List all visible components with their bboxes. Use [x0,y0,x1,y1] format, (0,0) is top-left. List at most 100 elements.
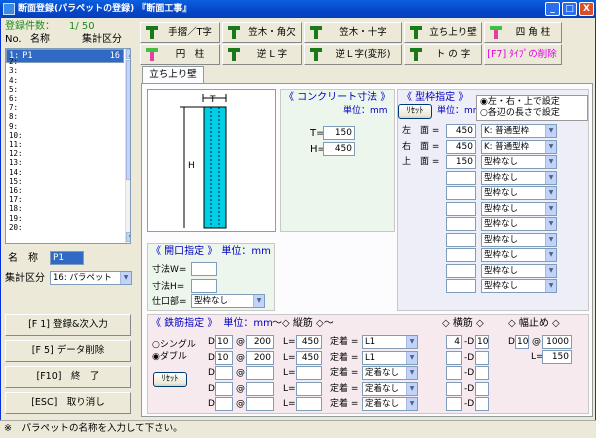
rebar-pitch-input[interactable] [246,397,274,411]
formwork-type-select[interactable]: K: 普通型枠 ▼ [481,124,557,138]
list-item[interactable]: 6: [6,94,124,103]
list-item[interactable]: 3: [6,67,124,75]
radio-single[interactable]: ○シングル [152,340,196,351]
formwork-type-select[interactable]: 型枠なし ▼ [481,263,557,278]
cancel-button[interactable]: [ESC] 取り消し [5,392,131,414]
end-button[interactable]: [F10] 終 了 [5,366,131,388]
horizontal-d-input[interactable] [475,366,489,380]
tab-wall[interactable]: 立ち上り壁 [142,66,204,84]
list-item[interactable]: 7: [6,104,124,112]
scroll-thumb[interactable] [126,60,130,180]
opening-w-input[interactable] [191,262,217,276]
rebar-fix-select[interactable]: 定着なし ▼ [362,366,418,380]
formwork-length-input[interactable] [446,186,476,200]
formwork-length-input[interactable] [446,217,476,231]
list-item[interactable]: 15: [6,177,124,186]
name-input[interactable]: P1 [50,251,84,265]
toolbar-button-6[interactable]: 円 柱 [140,44,220,65]
rebar-pitch-input[interactable]: 200 [246,335,274,349]
formwork-length-input[interactable]: 150 [446,155,476,169]
toolbar-button-10[interactable]: [F7] ﾀｲﾌﾟの削除 [484,44,562,65]
rebar-length-input[interactable] [296,381,322,396]
rebar-pitch-input[interactable] [246,381,274,396]
horizontal-count-input[interactable] [446,381,462,396]
formwork-type-select[interactable]: 型枠なし ▼ [481,217,557,231]
scroll-down-icon[interactable]: ▼ [126,232,130,242]
rebar-length-input[interactable] [296,397,322,411]
list-item[interactable]: 13: [6,159,124,167]
register-button[interactable]: [F 1] 登録&次入力 [5,314,131,336]
horizontal-d-input[interactable] [475,381,489,396]
h-input[interactable]: 450 [323,142,355,156]
horizontal-d-input[interactable]: 10 [475,335,489,349]
list-item[interactable]: 20: [6,223,124,232]
formwork-length-input[interactable] [446,279,476,293]
formwork-type-select[interactable]: 型枠なし ▼ [481,186,557,200]
formwork-length-input[interactable] [446,263,476,278]
rebar-fix-select[interactable]: L1 ▼ [362,335,418,349]
ws-d-input[interactable]: 10 [515,335,529,349]
list-item[interactable]: 19: [6,214,124,223]
t-input[interactable]: 150 [323,126,355,140]
toolbar-button-5[interactable]: 四 角 柱 [484,22,562,43]
list-item[interactable]: 10: [6,131,124,140]
list-item[interactable]: 8: [6,113,124,121]
rebar-length-input[interactable]: 450 [296,335,322,349]
formwork-type-select[interactable]: 型枠なし ▼ [481,155,557,169]
list-item[interactable]: 5: [6,85,124,94]
toolbar-button-9[interactable]: ト の 字 [404,44,482,65]
list-item[interactable]: 2: [6,58,124,66]
opening-h-input[interactable] [191,279,217,293]
radio-lr-top[interactable]: ◉左・右・上で設定 [480,97,560,108]
toolbar-button-2[interactable]: 笠木・角欠 [222,22,302,43]
formwork-length-input[interactable]: 450 [446,124,476,138]
horizontal-count-input[interactable] [446,397,462,411]
list-item[interactable]: 9: [6,122,124,131]
horizontal-count-input[interactable] [446,366,462,380]
rebar-fix-select[interactable]: L1 ▼ [362,350,418,365]
formwork-type-select[interactable]: 型枠なし ▼ [481,232,557,247]
delete-button[interactable]: [F 5] データ削除 [5,340,131,362]
list-scrollbar[interactable]: ▲ ▼ [125,49,130,243]
toolbar-button-7[interactable]: 逆 L 字 [222,44,302,65]
formwork-type-select[interactable]: 型枠なし ▼ [481,279,557,293]
toolbar-button-3[interactable]: 笠木・十字 [304,22,402,43]
ws-pitch-input[interactable]: 1000 [542,335,572,349]
opening-finish-select[interactable]: 型枠なし ▼ [191,294,265,308]
radio-each-side[interactable]: ○各辺の長さで設定 [480,108,560,119]
toolbar-button-8[interactable]: 逆Ｌ字(変形) [304,44,402,65]
horizontal-count-input[interactable]: 4 [446,335,462,349]
record-list[interactable]: ▲ ▼ 1:P116 2: 3: 4: 5: 6: 7: 8: 9:10:11:… [5,48,131,244]
rebar-fix-select[interactable]: 定着なし ▼ [362,381,418,396]
rebar-length-input[interactable]: 450 [296,350,322,365]
rebar-fix-select[interactable]: 定着なし ▼ [362,397,418,411]
horizontal-d-input[interactable] [475,397,489,411]
rebar-reset-button[interactable]: ﾘｾｯﾄ [153,372,187,387]
formwork-length-input[interactable] [446,201,476,216]
rebar-d-input[interactable] [215,381,233,396]
list-item[interactable]: 4: [6,76,124,85]
minimize-button[interactable]: _ [545,2,560,16]
toolbar-button-4[interactable]: 立ち上り壁 [404,22,482,43]
formwork-length-input[interactable] [446,170,476,185]
list-item[interactable]: 11: [6,140,124,149]
scroll-up-icon[interactable]: ▲ [126,49,130,59]
formwork-type-select[interactable]: 型枠なし ▼ [481,170,557,185]
formwork-type-select[interactable]: 型枠なし ▼ [481,248,557,262]
toolbar-button-1[interactable]: 手摺／T字 [140,22,220,43]
rebar-pitch-input[interactable]: 200 [246,350,274,365]
rebar-d-input[interactable] [215,366,233,380]
formwork-length-input[interactable] [446,248,476,262]
list-item[interactable]: 18: [6,205,124,213]
formwork-length-input[interactable]: 450 [446,139,476,154]
rebar-d-input[interactable]: 10 [215,350,233,365]
rebar-length-input[interactable] [296,366,322,380]
formwork-reset-button[interactable]: ﾘｾｯﾄ [398,104,432,119]
formwork-type-select[interactable]: 型枠なし ▼ [481,201,557,216]
rebar-d-input[interactable]: 10 [215,335,233,349]
rebar-d-input[interactable] [215,397,233,411]
close-button[interactable]: X [579,2,594,16]
list-item[interactable]: 14: [6,168,124,177]
list-item[interactable]: 17: [6,196,124,204]
list-item[interactable]: 16: [6,186,124,195]
